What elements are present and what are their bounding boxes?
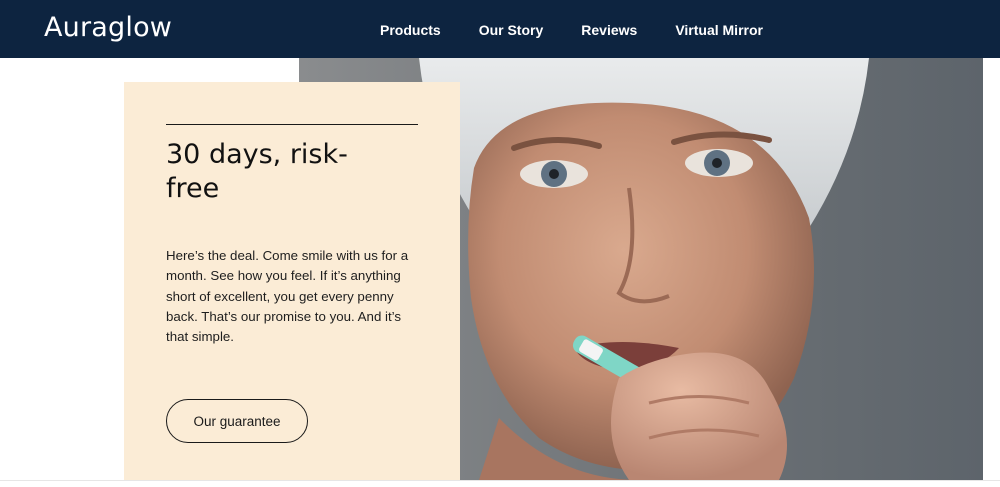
main-nav: Products Our Story Reviews Virtual Mirro… [380,22,763,38]
nav-link-virtual-mirror[interactable]: Virtual Mirror [675,22,763,38]
guarantee-promo-card: 30 days, risk-free Here’s the deal. Come… [124,82,460,480]
top-navigation-bar: Auraglow Products Our Story Reviews Virt… [0,0,1000,58]
divider-rule [166,124,418,125]
nav-link-our-story[interactable]: Our Story [479,22,544,38]
our-guarantee-button[interactable]: Our guarantee [166,399,308,443]
promo-body-text: Here’s the deal. Come smile with us for … [166,248,409,345]
page-bottom-divider [0,480,1000,481]
brand-logo[interactable]: Auraglow [44,12,172,43]
nav-link-products[interactable]: Products [380,22,441,38]
nav-link-reviews[interactable]: Reviews [581,22,637,38]
promo-title: 30 days, risk-free [166,139,348,204]
